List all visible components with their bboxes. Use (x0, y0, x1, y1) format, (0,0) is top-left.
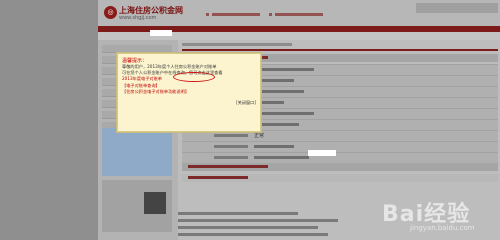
table-row (182, 152, 498, 163)
popup-title: 温馨提示： (122, 58, 148, 64)
top-nav-item[interactable] (269, 4, 327, 16)
site-logo[interactable]: ◎ 上海住房公积金网 www.shgjj.com (104, 5, 183, 23)
watermark-url: jingyan.baidu.com (410, 224, 475, 232)
section-header (182, 174, 498, 182)
top-nav-item[interactable] (206, 4, 264, 16)
hotline-banner (416, 3, 498, 13)
section-divider (182, 49, 498, 51)
table-row (182, 141, 498, 152)
link[interactable] (178, 212, 298, 215)
status-value: 正常 (254, 133, 265, 139)
section-header (182, 163, 498, 171)
redacted-area (308, 150, 336, 156)
redacted-area (150, 30, 172, 36)
logo-icon: ◎ (104, 6, 117, 19)
link[interactable] (178, 233, 328, 236)
notice-popup: 温馨提示： 尊敬的用户，2013年度个人住房公积金账户对账单 可在您个人公积金账… (117, 53, 261, 132)
close-window-link[interactable]: [关闭窗口] (236, 100, 256, 106)
popup-line: 尊敬的用户，2013年度个人住房公积金账户对账单 (122, 64, 217, 69)
logo-url: www.shgjj.com (119, 15, 157, 21)
sidebar-ad-banner[interactable] (102, 128, 172, 176)
bottom-links (178, 208, 378, 240)
link[interactable] (178, 226, 318, 229)
site-header: ◎ 上海住房公积金网 www.shgjj.com (98, 0, 500, 54)
breadcrumb (182, 41, 302, 48)
highlight-circle (173, 72, 215, 82)
help-link[interactable]: 【住房公积金电子对账单功能说明】 (122, 89, 189, 95)
sidebar-item[interactable] (102, 45, 172, 53)
popup-line: 2013年度电子对账单 (122, 76, 162, 81)
watermark: Bai经验 jingyan.baidu.com (372, 196, 490, 232)
link[interactable] (178, 219, 338, 222)
qr-code-icon (144, 192, 166, 214)
